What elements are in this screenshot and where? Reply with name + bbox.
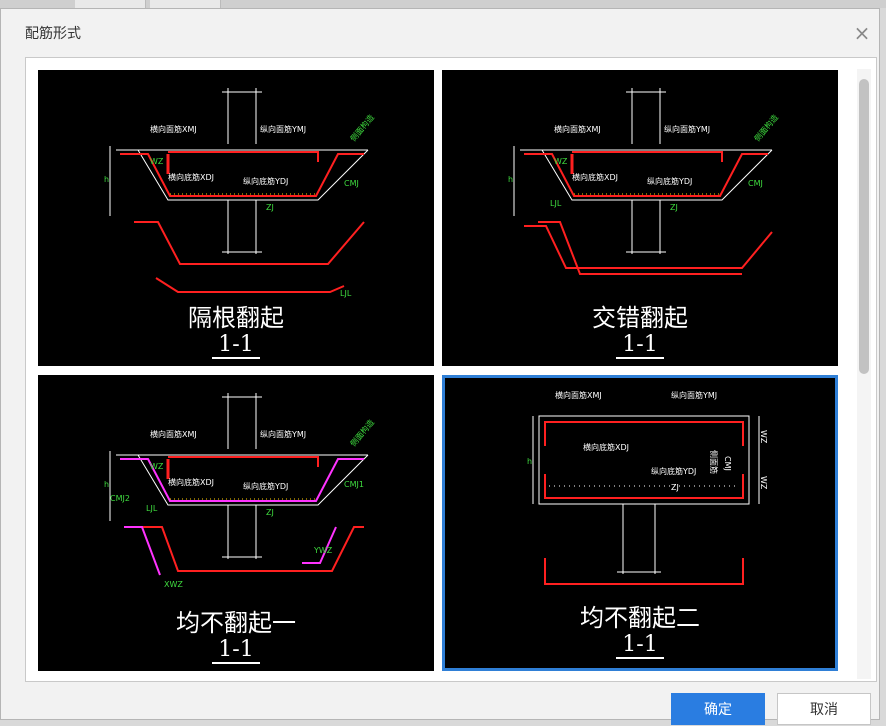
- label-h: h: [508, 175, 513, 184]
- dialog-title: 配筋形式: [25, 26, 81, 42]
- label-side: 侧面构造: [348, 112, 376, 143]
- label-wz-1: WZ: [759, 430, 768, 444]
- section-mark: 1-1: [38, 637, 434, 664]
- option-tile-1[interactable]: 横向面筋XMJ 纵向面筋YMJ 横向底筋XDJ 纵向底筋YDJ 侧面构造 CMJ…: [38, 70, 434, 366]
- label-top-x: 横向面筋XMJ: [555, 390, 602, 400]
- label-bot-y: 纵向底筋YDJ: [243, 481, 288, 491]
- label-top-x: 横向面筋XMJ: [150, 124, 197, 134]
- label-ljl: LJL: [146, 504, 158, 513]
- label-top-x: 横向面筋XMJ: [150, 429, 197, 439]
- label-top-y: 纵向面筋YMJ: [260, 429, 306, 439]
- option-caption: 均不翻起一: [176, 609, 296, 637]
- label-h: h: [104, 480, 109, 489]
- label-top-x: 横向面筋XMJ: [554, 124, 601, 134]
- label-bot-x: 横向底筋XDJ: [168, 477, 214, 487]
- background-tab: [75, 0, 146, 8]
- label-wz: WZ: [150, 462, 164, 471]
- label-bot-x: 横向底筋XDJ: [168, 172, 214, 182]
- section-mark: 1-1: [445, 632, 835, 659]
- option-caption: 均不翻起二: [580, 604, 700, 632]
- label-wz: WZ: [554, 157, 568, 166]
- label-zj: ZJ: [671, 483, 679, 492]
- label-bot-x: 横向底筋XDJ: [572, 172, 618, 182]
- options-panel: 横向面筋XMJ 纵向面筋YMJ 横向底筋XDJ 纵向底筋YDJ 侧面构造 CMJ…: [25, 57, 877, 682]
- ok-button[interactable]: 确定: [671, 693, 765, 725]
- label-side: 侧面构造: [752, 112, 780, 143]
- label-h: h: [527, 457, 532, 466]
- label-side: 侧面筋: [709, 450, 719, 474]
- label-zj: ZJ: [266, 203, 274, 212]
- label-top-y: 纵向面筋YMJ: [671, 390, 717, 400]
- label-cmj2: CMJ2: [110, 494, 130, 503]
- cancel-button[interactable]: 取消: [777, 693, 871, 725]
- label-h: h: [104, 175, 109, 184]
- label-ywz: YWZ: [313, 546, 333, 555]
- label-top-y: 纵向面筋YMJ: [664, 124, 710, 134]
- label-bot-y: 纵向底筋YDJ: [647, 176, 692, 186]
- option-caption: 交错翻起: [592, 304, 688, 332]
- label-bot-x: 横向底筋XDJ: [583, 442, 629, 452]
- background-app-strip: [0, 0, 886, 8]
- label-side: 侧面构造: [348, 417, 376, 448]
- label-top-y: 纵向面筋YMJ: [260, 124, 306, 134]
- vertical-scrollbar[interactable]: [857, 69, 871, 679]
- option-tile-3[interactable]: 横向面筋XMJ 纵向面筋YMJ 横向底筋XDJ 纵向底筋YDJ 侧面构造 CMJ…: [38, 375, 434, 671]
- scrollbar-thumb[interactable]: [859, 79, 869, 374]
- label-wz: WZ: [150, 157, 164, 166]
- option-tile-2[interactable]: 横向面筋XMJ 纵向面筋YMJ 横向底筋XDJ 纵向底筋YDJ 侧面构造 CMJ…: [442, 70, 838, 366]
- section-mark: 1-1: [442, 332, 838, 359]
- section-mark: 1-1: [38, 332, 434, 359]
- rebar-form-dialog: 配筋形式 × 横向面筋XMJ 纵向面筋YMJ 横向底筋XDJ 纵向底筋YDJ 侧…: [0, 8, 880, 725]
- label-bot-y: 纵向底筋YDJ: [651, 466, 696, 476]
- label-ljl: LJL: [550, 199, 562, 208]
- label-bot-y: 纵向底筋YDJ: [243, 176, 288, 186]
- label-zj: ZJ: [670, 203, 678, 212]
- close-icon[interactable]: ×: [849, 21, 875, 47]
- label-cmj: CMJ: [723, 456, 732, 471]
- label-ljl: LJL: [340, 289, 352, 298]
- label-cmj1: CMJ1: [344, 480, 364, 489]
- label-cmj: CMJ: [748, 179, 763, 188]
- background-tab: [150, 0, 221, 8]
- label-zj: ZJ: [266, 508, 274, 517]
- label-cmj: CMJ: [344, 179, 359, 188]
- option-tile-4[interactable]: 横向面筋XMJ 纵向面筋YMJ 横向底筋XDJ 纵向底筋YDJ 侧面筋 CMJ …: [442, 375, 838, 671]
- label-wz-2: WZ: [759, 476, 768, 490]
- option-caption: 隔根翻起: [188, 304, 284, 332]
- label-xwz: XWZ: [164, 580, 183, 589]
